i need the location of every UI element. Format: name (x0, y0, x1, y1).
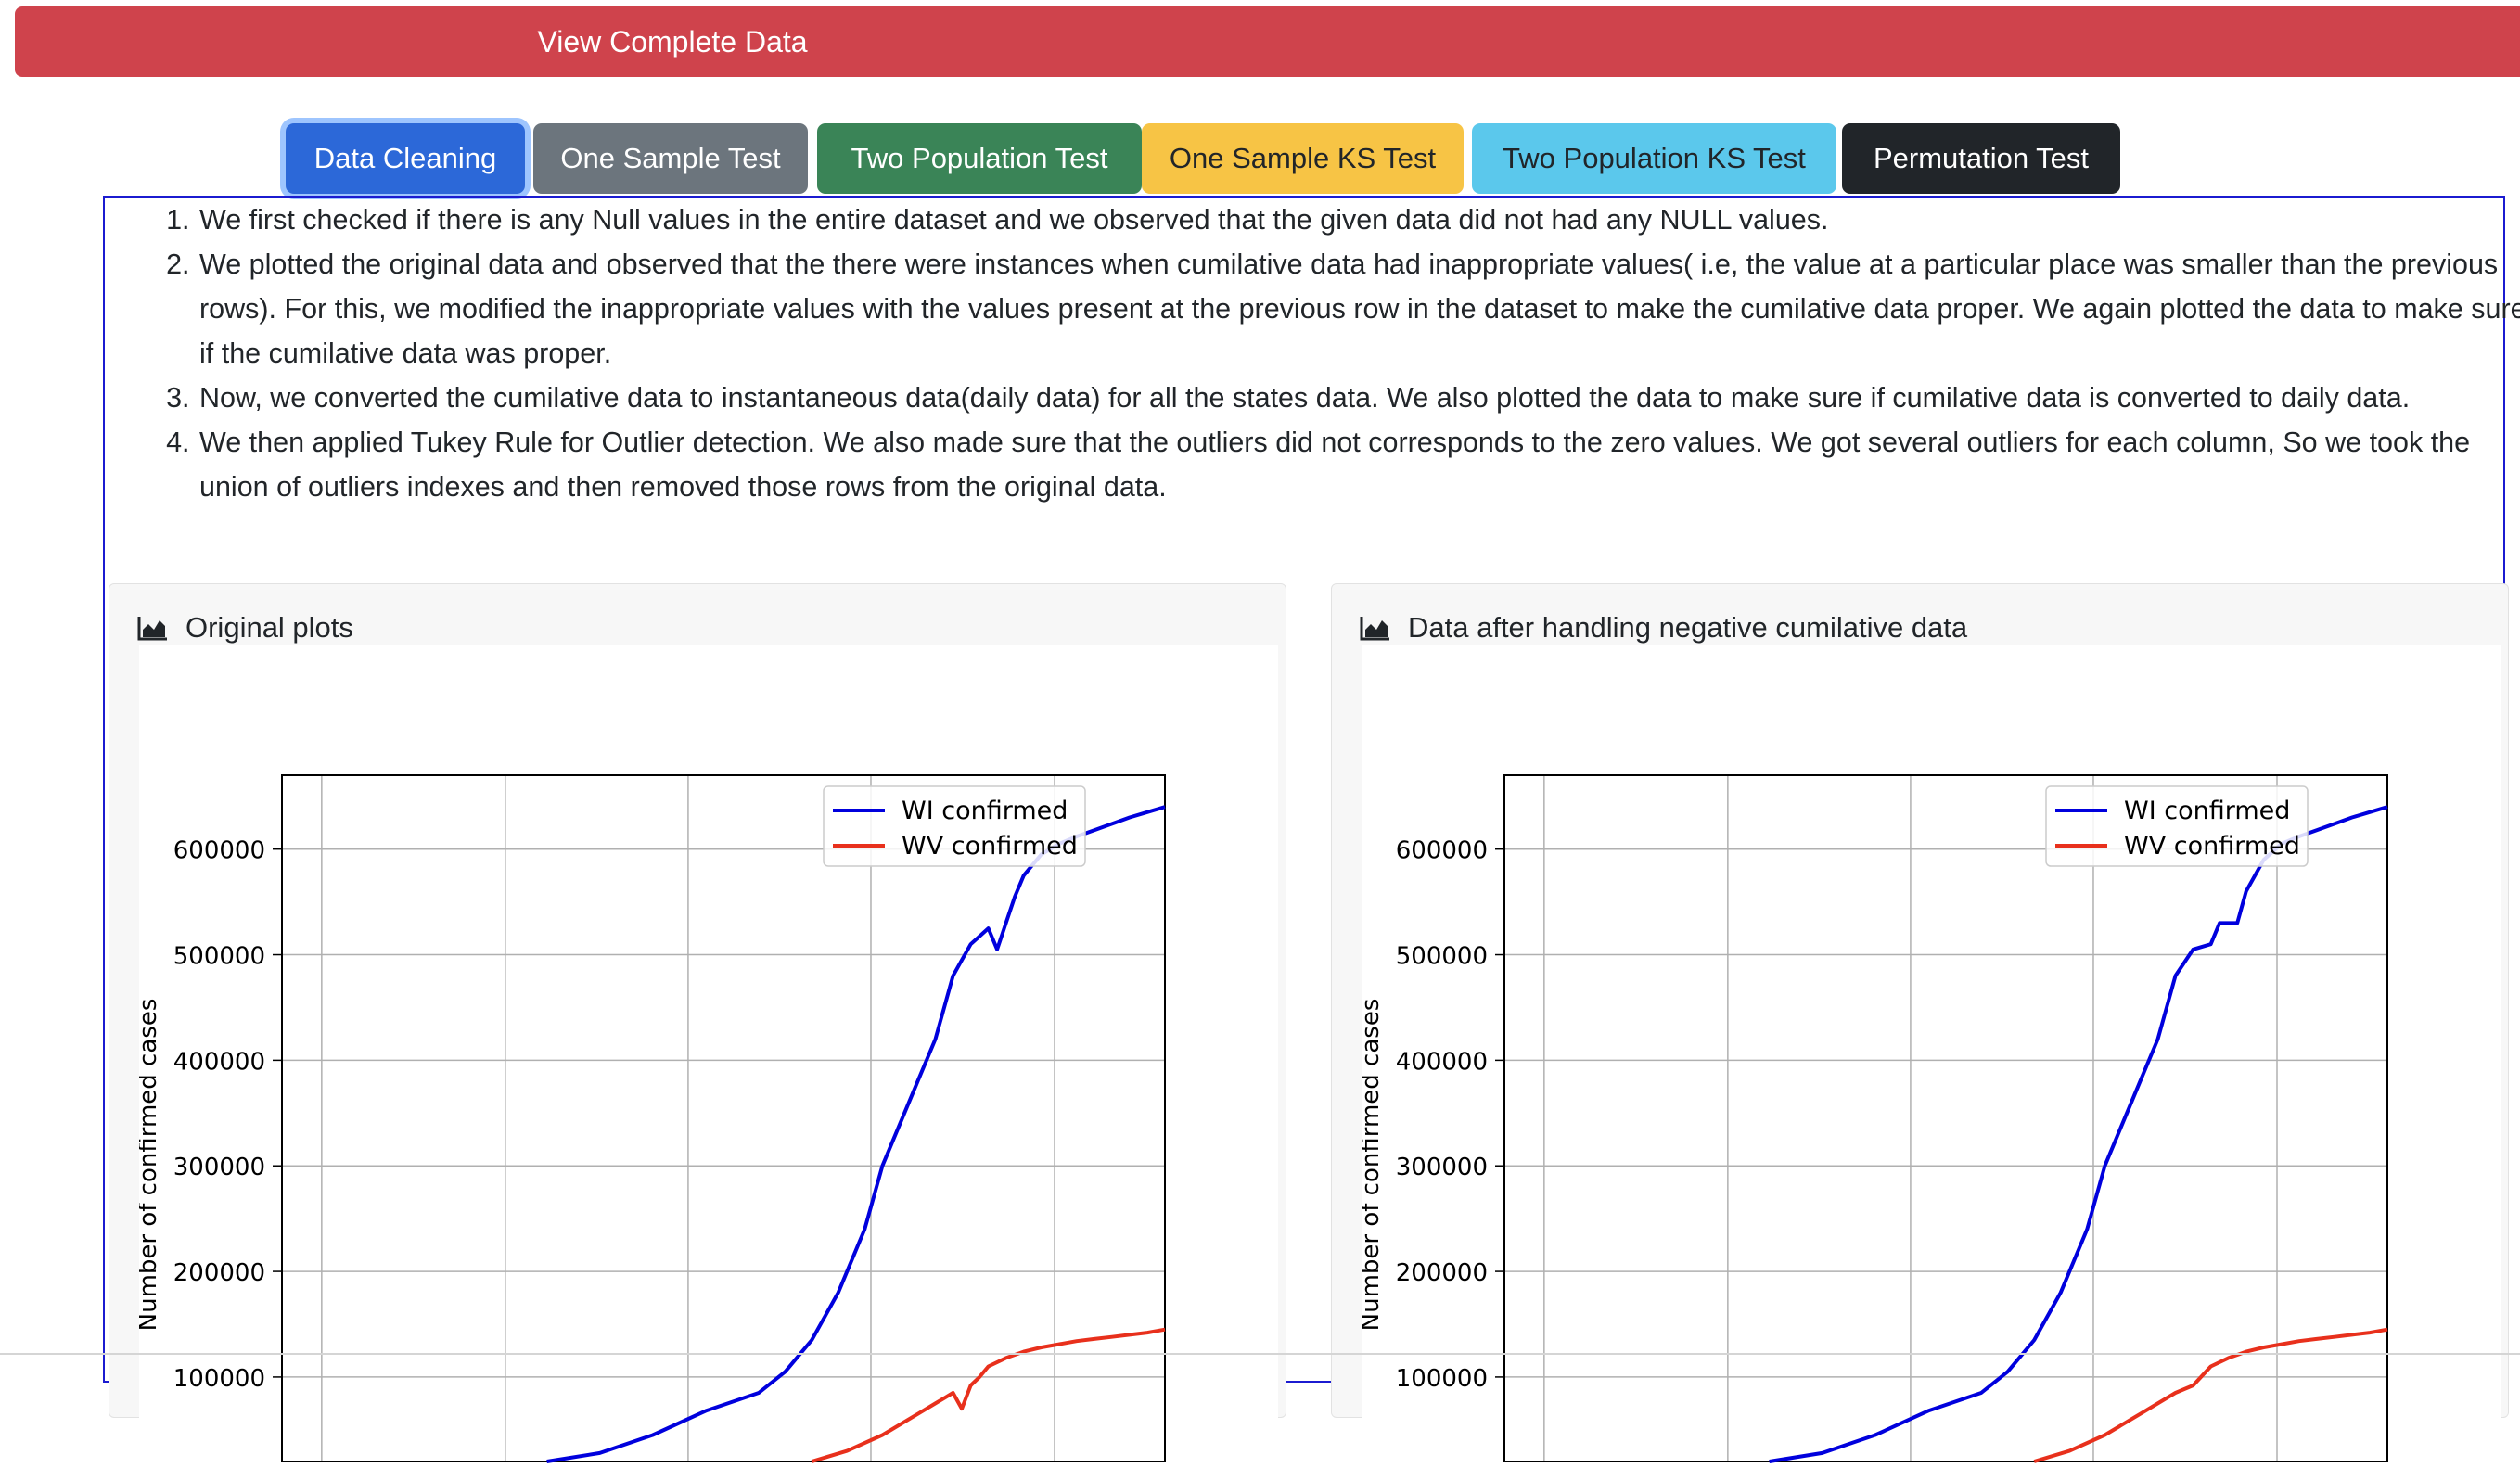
tab-label: Two Population Test (851, 142, 1108, 174)
page-bottom-divider (0, 1353, 2520, 1355)
y-axis-label: Number of confirmed cases (1362, 999, 1385, 1332)
list-item: We plotted the original data and observe… (198, 242, 2520, 376)
card-header: Data after handling negative cumilative … (1360, 605, 1967, 651)
tab-permutation-test[interactable]: Permutation Test (1842, 123, 2120, 194)
y-tick-label: 100000 (173, 1365, 265, 1393)
data-cleaning-panel: We first checked if there is any Null va… (103, 196, 2520, 1480)
series-line (1769, 805, 2388, 1463)
tab-one-sample-test[interactable]: One Sample Test (533, 123, 808, 194)
handled-plot-chart: 100000 200000 300000 400000 500000 600000 Numb… (1362, 774, 2388, 1463)
card-title: Data after handling negative cumilative … (1408, 611, 1968, 644)
y-tick-label: 200000 (1396, 1259, 1488, 1287)
plot-area: 100000 200000 300000 400000 500000 600000 Numb… (139, 645, 1278, 1480)
y-tick-label: 500000 (173, 943, 265, 971)
tab-label: Data Cleaning (313, 142, 497, 174)
legend-label: WV confirmed (902, 832, 1078, 861)
y-tick-label: 500000 (1396, 943, 1488, 971)
tab-label: Two Population KS Test (1503, 142, 1806, 174)
list-item: We first checked if there is any Null va… (198, 198, 2520, 242)
series-line (811, 1327, 1166, 1463)
y-tick-label: 300000 (173, 1154, 265, 1181)
legend-label: WI confirmed (902, 797, 1068, 825)
legend-label: WV confirmed (2124, 832, 2300, 861)
y-tick-label: 300000 (1396, 1154, 1488, 1181)
series-line (2033, 1327, 2388, 1463)
cleaning-steps-list: We first checked if there is any Null va… (166, 198, 2520, 509)
legend-label: WI confirmed (2124, 797, 2290, 825)
handled-data-card: Data after handling negative cumilative … (1331, 583, 2509, 1480)
area-chart-icon (1360, 617, 1389, 641)
card-title: Original plots (185, 611, 353, 644)
y-tick-label: 400000 (173, 1048, 265, 1076)
view-complete-data-button[interactable]: View Complete Data (15, 6, 2520, 77)
y-tick-label: 600000 (1396, 837, 1488, 865)
original-plots-card: Original plots 100000 200000 300000 400000 5… (109, 583, 1286, 1480)
view-complete-data-label: View Complete Data (537, 24, 808, 58)
plot-frame (281, 774, 1166, 1462)
tab-label: One Sample KS Test (1169, 142, 1437, 174)
tab-two-population-test[interactable]: Two Population Test (817, 123, 1142, 194)
y-tick-label: 200000 (173, 1259, 265, 1287)
tab-data-cleaning[interactable]: Data Cleaning (286, 123, 525, 194)
tab-label: Permutation Test (1873, 142, 2090, 174)
list-item: Now, we converted the cumilative data to… (198, 376, 2520, 420)
tab-two-population-ks-test[interactable]: Two Population KS Test (1472, 123, 1836, 194)
y-tick-label: 100000 (1396, 1365, 1488, 1393)
y-tick-label: 400000 (1396, 1048, 1488, 1076)
series-line (546, 805, 1166, 1463)
card-header: Original plots (137, 605, 353, 651)
y-axis-label: Number of confirmed cases (139, 999, 162, 1332)
area-chart-icon (137, 617, 167, 641)
list-item: We then applied Tukey Rule for Outlier d… (198, 420, 2520, 509)
plot-area: 100000 200000 300000 400000 500000 600000 Numb… (1362, 645, 2501, 1480)
tab-label: One Sample Test (560, 142, 781, 174)
original-plot-chart: 100000 200000 300000 400000 500000 600000 Numb… (139, 774, 1166, 1463)
tab-one-sample-ks-test[interactable]: One Sample KS Test (1142, 123, 1464, 194)
y-tick-label: 600000 (173, 837, 265, 865)
